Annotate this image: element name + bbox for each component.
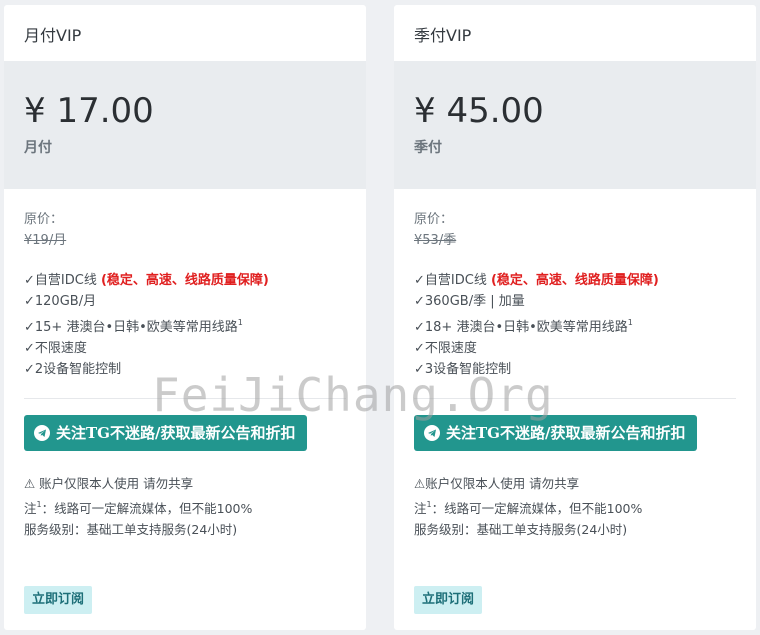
service-level: 服务级别：基础工单支持服务(24小时): [414, 522, 628, 537]
feature-highlight: (稳定、高速、线路质量保障): [100, 273, 269, 288]
plan-period: 月付: [24, 140, 52, 156]
original-price: ¥19/月: [24, 233, 67, 248]
divider: [414, 398, 736, 399]
plan-title: 季付VIP: [414, 26, 472, 45]
feature-item: ✓15+ 港澳台•日韩•欧美等常用线路1: [24, 312, 346, 338]
plan-notes: ⚠ 账户仅限本人使用 请勿共享 注1：线路可一定解流媒体，但不能100% 服务级…: [24, 473, 346, 540]
footnote: 注1：线路可一定解流媒体，但不能100%: [414, 494, 736, 519]
plan-price: ¥ 17.00: [24, 91, 154, 131]
original-price-label: 原价：: [414, 212, 454, 227]
price-block: ¥ 17.00 月付: [4, 61, 366, 189]
footnote-prefix: 注: [24, 501, 37, 516]
plan-body: 原价： ¥53/季 ✓自营IDC线 (稳定、高速、线路质量保障) ✓360GB/…: [394, 189, 756, 540]
footnote-marker: 1: [627, 318, 633, 327]
feature-item: ✓120GB/月: [24, 294, 97, 309]
telegram-follow-button[interactable]: 关注TG不迷路/获取最新公告和折扣: [24, 415, 308, 451]
plan-card-monthly: 月付VIP ¥ 17.00 月付 原价： ¥19/月 ✓自营IDC线 (稳定、高…: [4, 5, 366, 630]
feature-item: ✓自营IDC线 (稳定、高速、线路质量保障): [24, 270, 346, 291]
feature-list: ✓自营IDC线 (稳定、高速、线路质量保障) ✓360GB/季 | 加量 ✓18…: [414, 270, 736, 380]
footnote: 注1：线路可一定解流媒体，但不能100%: [24, 494, 346, 519]
footnote-marker: 1: [237, 318, 243, 327]
subscribe-button[interactable]: 立即订阅: [24, 586, 93, 614]
feature-list: ✓自营IDC线 (稳定、高速、线路质量保障) ✓120GB/月 ✓15+ 港澳台…: [24, 270, 346, 380]
feature-item: ✓3设备智能控制: [414, 362, 512, 377]
feature-text: ✓自营IDC线: [24, 273, 101, 288]
plan-title: 月付VIP: [24, 26, 82, 45]
footnote-text: ：线路可一定解流媒体，但不能100%: [41, 501, 253, 516]
telegram-follow-button[interactable]: 关注TG不迷路/获取最新公告和折扣: [414, 415, 698, 451]
telegram-follow-label: 关注TG不迷路/获取最新公告和折扣: [56, 423, 296, 442]
original-price-label: 原价：: [24, 212, 64, 227]
service-level: 服务级别：基础工单支持服务(24小时): [24, 522, 238, 537]
plan-period: 季付: [414, 140, 442, 156]
plan-card-quarterly: 季付VIP ¥ 45.00 季付 原价： ¥53/季 ✓自营IDC线 (稳定、高…: [394, 5, 756, 630]
feature-item: ✓自营IDC线 (稳定、高速、线路质量保障): [414, 270, 736, 291]
original-price: ¥53/季: [414, 233, 457, 248]
price-block: ¥ 45.00 季付: [394, 61, 756, 189]
feature-text: ✓15+ 港澳台•日韩•欧美等常用线路: [24, 320, 238, 335]
feature-item: ✓不限速度: [414, 341, 477, 356]
footnote-text: ：线路可一定解流媒体，但不能100%: [431, 501, 643, 516]
telegram-plane-icon: [424, 425, 440, 441]
feature-item: ✓18+ 港澳台•日韩•欧美等常用线路1: [414, 312, 736, 338]
feature-item: ✓不限速度: [24, 341, 87, 356]
warning-note: ⚠ 账户仅限本人使用 请勿共享: [24, 476, 194, 491]
subscribe-button[interactable]: 立即订阅: [414, 586, 483, 614]
divider: [24, 398, 346, 399]
telegram-follow-label: 关注TG不迷路/获取最新公告和折扣: [446, 423, 686, 442]
feature-text: ✓18+ 港澳台•日韩•欧美等常用线路: [414, 320, 628, 335]
feature-item: ✓2设备智能控制: [24, 362, 122, 377]
warning-note: ⚠账户仅限本人使用 请勿共享: [414, 476, 580, 491]
feature-item: ✓360GB/季 | 加量: [414, 294, 525, 309]
plan-price: ¥ 45.00: [414, 91, 544, 131]
plan-body: 原价： ¥19/月 ✓自营IDC线 (稳定、高速、线路质量保障) ✓120GB/…: [4, 189, 366, 540]
telegram-plane-icon: [34, 425, 50, 441]
footnote-prefix: 注: [414, 501, 427, 516]
feature-text: ✓自营IDC线: [414, 273, 491, 288]
plan-notes: ⚠账户仅限本人使用 请勿共享 注1：线路可一定解流媒体，但不能100% 服务级别…: [414, 473, 736, 540]
feature-highlight: (稳定、高速、线路质量保障): [490, 273, 659, 288]
